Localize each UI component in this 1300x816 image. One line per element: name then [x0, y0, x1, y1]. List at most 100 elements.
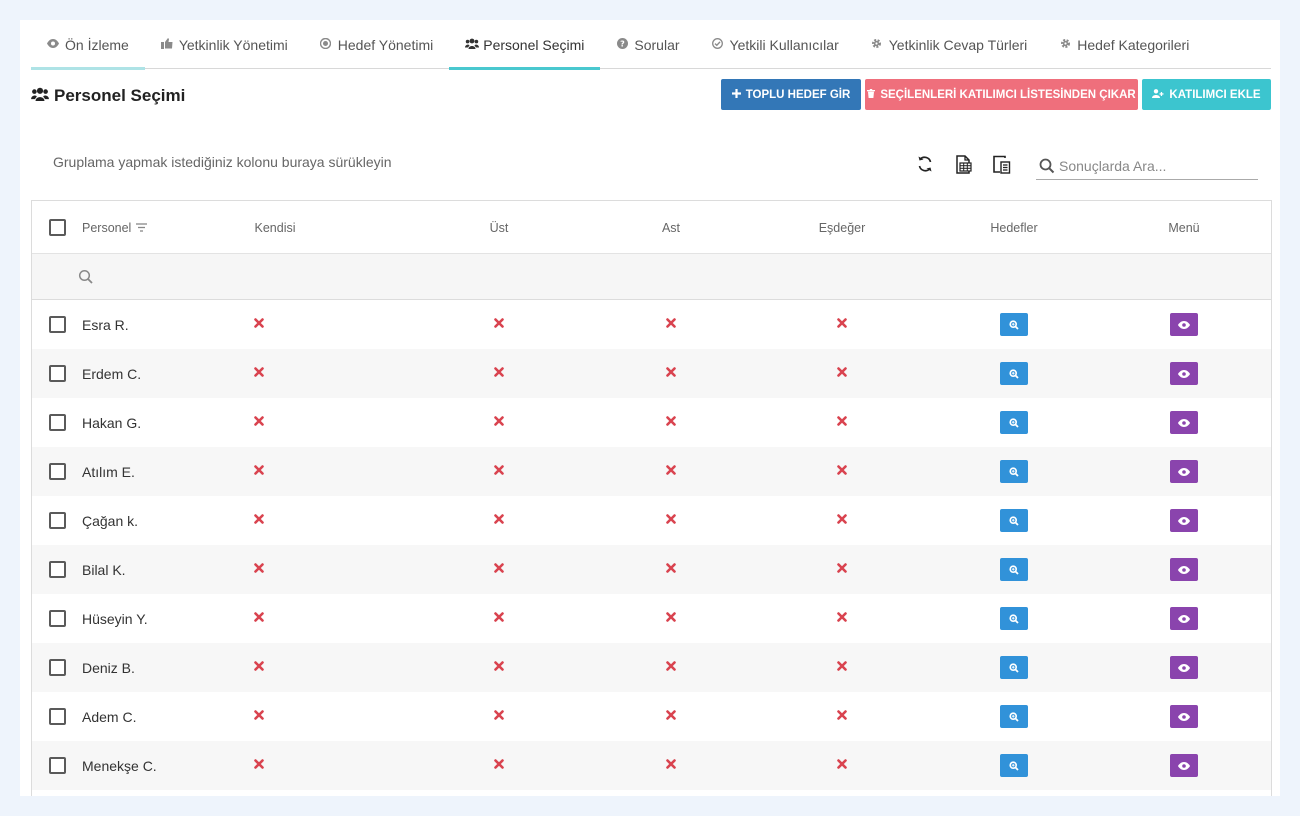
- zoom-icon: [1009, 466, 1019, 477]
- row-checkbox[interactable]: [49, 512, 66, 529]
- row-checkbox[interactable]: [49, 610, 66, 627]
- row-menu-button[interactable]: [1170, 313, 1198, 336]
- view-goals-button[interactable]: [1000, 705, 1028, 728]
- cross-icon: [665, 710, 677, 722]
- table-row: Esra R.: [32, 300, 1271, 349]
- check-circle-icon: [712, 37, 724, 52]
- row-menu-button[interactable]: [1170, 460, 1198, 483]
- plus-icon: [731, 88, 741, 101]
- cross-icon: [493, 710, 505, 722]
- eye-icon: [1178, 565, 1190, 574]
- row-menu-button[interactable]: [1170, 607, 1198, 630]
- row-checkbox[interactable]: [49, 414, 66, 431]
- table-row: Erdem C.: [32, 349, 1271, 398]
- row-checkbox[interactable]: [49, 463, 66, 480]
- group-by-hint: Gruplama yapmak istediğiniz kolonu buray…: [53, 154, 392, 170]
- tab-competency-management[interactable]: Yetkinlik Yönetimi: [145, 20, 304, 69]
- page-title: Personel Seçimi: [31, 86, 185, 106]
- cross-icon: [493, 661, 505, 673]
- cross-icon: [493, 367, 505, 379]
- view-goals-button[interactable]: [1000, 558, 1028, 581]
- column-header-hedefler[interactable]: Hedefler: [990, 201, 1037, 254]
- tab-label: Ön İzleme: [65, 36, 129, 53]
- eye-icon: [1178, 663, 1190, 672]
- column-header-ust[interactable]: Üst: [490, 201, 509, 254]
- tab-label: Hedef Yönetimi: [337, 36, 434, 53]
- tab-label: Sorular: [634, 36, 680, 53]
- tab-label: Yetkinlik Yönetimi: [178, 36, 288, 53]
- column-header-kendisi[interactable]: Kendisi: [255, 201, 296, 254]
- table-row: Çağan k.: [32, 496, 1271, 545]
- view-goals-button[interactable]: [1000, 754, 1028, 777]
- row-menu-button[interactable]: [1170, 754, 1198, 777]
- cross-icon: [253, 759, 265, 771]
- cross-icon: [836, 661, 848, 673]
- tab-questions[interactable]: ? Sorular: [600, 20, 695, 69]
- zoom-icon: [1009, 417, 1019, 428]
- refresh-icon[interactable]: [914, 153, 936, 175]
- export-excel-icon[interactable]: [952, 153, 974, 175]
- table-row: Adem C.: [32, 692, 1271, 741]
- gear-icon: [871, 38, 883, 52]
- view-goals-button[interactable]: [1000, 607, 1028, 630]
- tab-authorized-users[interactable]: Yetkili Kullanıcılar: [696, 20, 855, 69]
- personnel-name: Adem C.: [82, 708, 137, 725]
- grid-header: Personel Kendisi Üst Ast Eşdeğer Hedefle…: [32, 201, 1271, 254]
- row-checkbox[interactable]: [49, 659, 66, 676]
- tab-competency-answer-types[interactable]: Yetkinlik Cevap Türleri: [855, 20, 1044, 69]
- eye-icon: [1178, 418, 1190, 427]
- column-header-esdeger[interactable]: Eşdeğer: [819, 201, 866, 254]
- cross-icon: [836, 318, 848, 330]
- row-menu-button[interactable]: [1170, 558, 1198, 581]
- column-header-menu[interactable]: Menü: [1168, 201, 1199, 254]
- row-menu-button[interactable]: [1170, 362, 1198, 385]
- cross-icon: [836, 416, 848, 428]
- bulk-goal-button[interactable]: TOPLU HEDEF GİR: [721, 79, 861, 110]
- personnel-name: Çağan k.: [82, 512, 139, 529]
- row-menu-button[interactable]: [1170, 656, 1198, 679]
- cross-icon: [493, 612, 505, 624]
- gear-icon: [1059, 38, 1071, 52]
- row-menu-button[interactable]: [1170, 411, 1198, 434]
- tab-personnel-selection[interactable]: Personel Seçimi: [449, 20, 601, 70]
- zoom-icon: [1009, 760, 1019, 771]
- tab-goal-management[interactable]: Hedef Yönetimi: [304, 20, 449, 69]
- column-chooser-icon[interactable]: [990, 153, 1012, 175]
- cross-icon: [665, 612, 677, 624]
- view-goals-button[interactable]: [1000, 656, 1028, 679]
- column-header-ast[interactable]: Ast: [662, 201, 680, 254]
- cross-icon: [253, 612, 265, 624]
- row-menu-button[interactable]: [1170, 509, 1198, 532]
- cross-icon: [665, 661, 677, 673]
- view-goals-button[interactable]: [1000, 411, 1028, 434]
- row-checkbox[interactable]: [49, 316, 66, 333]
- row-checkbox[interactable]: [49, 757, 66, 774]
- cross-icon: [253, 367, 265, 379]
- view-goals-button[interactable]: [1000, 460, 1028, 483]
- tab-preview[interactable]: Ön İzleme: [31, 20, 145, 70]
- cross-icon: [665, 318, 677, 330]
- select-all-checkbox[interactable]: [49, 219, 66, 236]
- tab-goal-categories[interactable]: Hedef Kategorileri: [1043, 20, 1205, 69]
- search-input[interactable]: [1059, 157, 1249, 174]
- view-goals-button[interactable]: [1000, 509, 1028, 532]
- row-checkbox[interactable]: [49, 561, 66, 578]
- column-header-personel[interactable]: Personel: [82, 201, 148, 254]
- cross-icon: [493, 563, 505, 575]
- bulk-goal-label: TOPLU HEDEF GİR: [745, 88, 851, 101]
- thumbs-up-icon: [160, 37, 173, 52]
- cross-icon: [665, 759, 677, 771]
- row-checkbox[interactable]: [49, 365, 66, 382]
- search-icon[interactable]: [78, 269, 94, 285]
- cross-icon: [665, 416, 677, 428]
- action-buttons: TOPLU HEDEF GİR SEÇİLENLERİ KATILIMCI Lİ…: [721, 79, 1271, 110]
- filter-icon[interactable]: [136, 223, 148, 232]
- view-goals-button[interactable]: [1000, 362, 1028, 385]
- view-goals-button[interactable]: [1000, 313, 1028, 336]
- zoom-icon: [1009, 711, 1019, 722]
- remove-selected-button[interactable]: SEÇİLENLERİ KATILIMCI LİSTESİNDEN ÇIKAR: [865, 79, 1138, 110]
- cross-icon: [493, 465, 505, 477]
- row-checkbox[interactable]: [49, 708, 66, 725]
- row-menu-button[interactable]: [1170, 705, 1198, 728]
- add-participant-button[interactable]: KATILIMCI EKLE: [1142, 79, 1271, 110]
